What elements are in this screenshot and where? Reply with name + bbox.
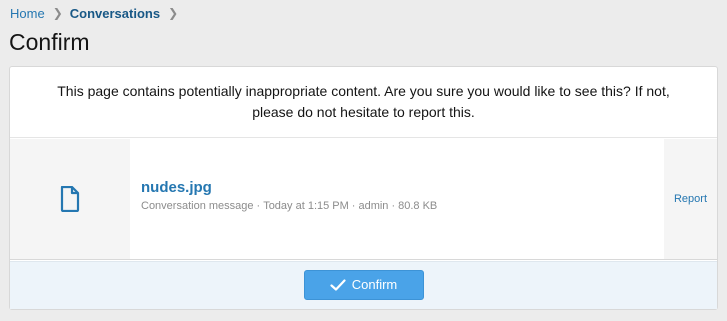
attachment-main: nudes.jpg Conversation message · Today a… bbox=[130, 139, 664, 259]
meta-separator: · bbox=[256, 200, 261, 212]
meta-source: Conversation message bbox=[141, 200, 254, 212]
meta-date: Today at 1:15 PM bbox=[263, 200, 349, 212]
meta-separator: · bbox=[351, 200, 356, 212]
page-title: Confirm bbox=[9, 29, 90, 55]
breadcrumb-conversations-link[interactable]: Conversations bbox=[70, 6, 160, 21]
chevron-right-icon: ❯ bbox=[168, 6, 179, 20]
attachment-filename-link[interactable]: nudes.jpg bbox=[141, 179, 664, 196]
confirm-button-label: Confirm bbox=[351, 277, 398, 292]
attachment-icon-cell bbox=[10, 139, 130, 259]
notice-line-2: please do not hesitate to report this. bbox=[252, 104, 475, 120]
meta-user: admin bbox=[358, 200, 389, 212]
meta-size: 80.8 KB bbox=[398, 200, 438, 212]
confirm-button[interactable]: Confirm bbox=[303, 269, 424, 300]
attachment-meta: Conversation message · Today at 1:15 PM … bbox=[141, 200, 664, 212]
chevron-right-icon: ❯ bbox=[52, 6, 63, 20]
form-footer: Confirm bbox=[10, 261, 717, 309]
meta-separator: · bbox=[391, 200, 396, 212]
breadcrumb-home-link[interactable]: Home bbox=[10, 6, 45, 21]
report-link[interactable]: Report bbox=[664, 139, 717, 259]
confirm-block: This page contains potentially inappropr… bbox=[9, 66, 718, 310]
breadcrumb: Home ❯ Conversations ❯ bbox=[10, 5, 185, 21]
notice-line-1: This page contains potentially inappropr… bbox=[57, 83, 670, 99]
file-icon bbox=[60, 186, 80, 212]
attachment-row: nudes.jpg Conversation message · Today a… bbox=[10, 139, 717, 260]
notice-message: This page contains potentially inappropr… bbox=[10, 67, 717, 138]
check-icon bbox=[330, 278, 346, 291]
